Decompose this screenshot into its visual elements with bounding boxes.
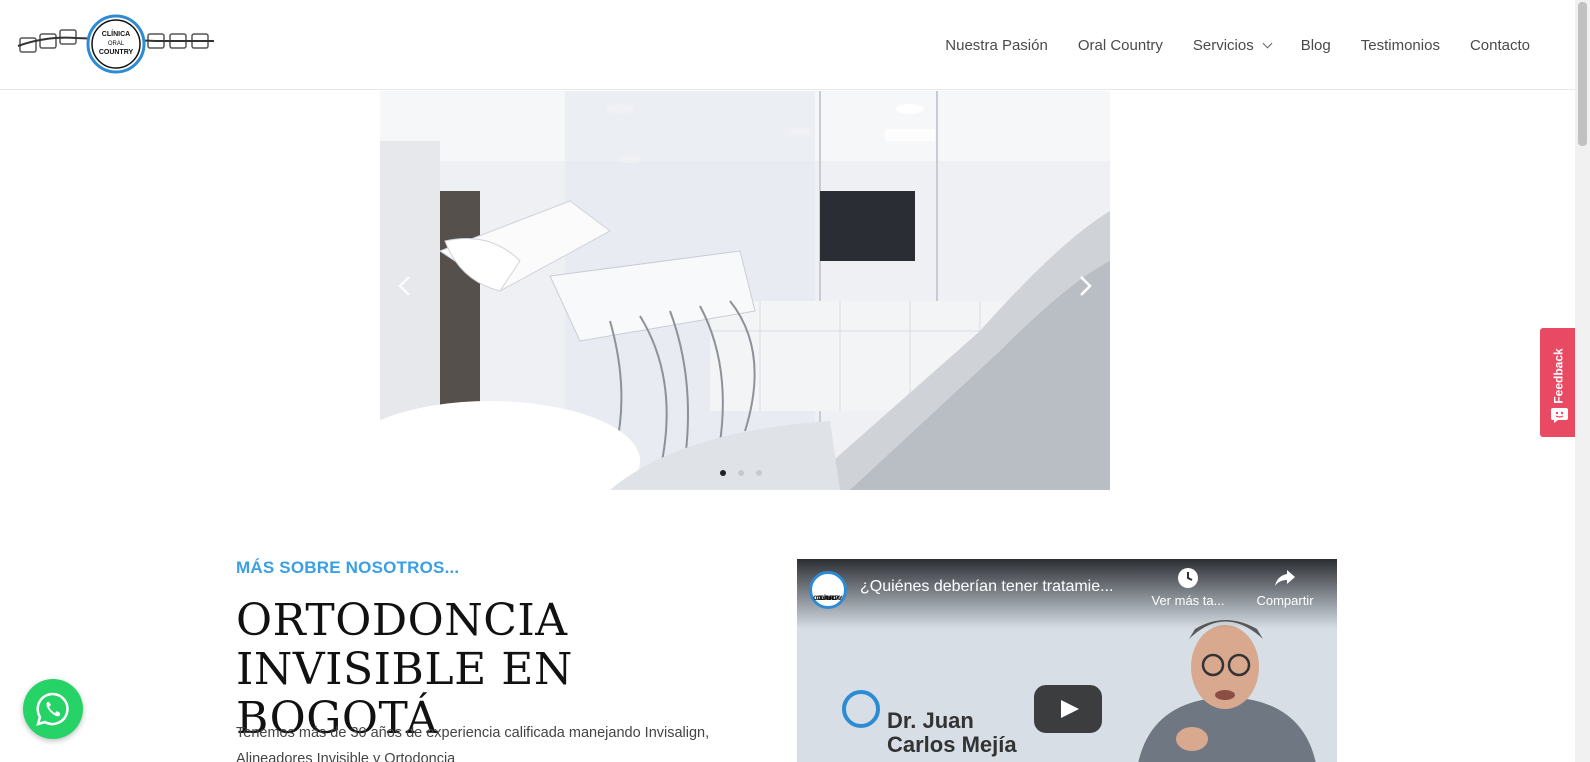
chevron-right-icon: [1080, 276, 1092, 296]
video-title[interactable]: ¿Quiénes deberían tener tratamie...: [860, 578, 1113, 596]
share-button[interactable]: Compartir: [1245, 567, 1325, 608]
youtube-video-embed[interactable]: CLÍNICA ORAL COUNTRY ¿Quiénes deberían ten…: [797, 559, 1337, 762]
nav-item-oral-country[interactable]: Oral Country: [1078, 37, 1163, 54]
page: CLÍNICA ORAL COUNTRY Nuestra Pasión Oral…: [0, 0, 1590, 762]
nav-item-nuestra-pasion[interactable]: Nuestra Pasión: [945, 37, 1048, 54]
scrollbar-thumb[interactable]: [1578, 2, 1587, 146]
feedback-label-wrap: Feedback: [1542, 346, 1576, 406]
nav-item-contacto[interactable]: Contacto: [1470, 37, 1530, 54]
watch-later-label: Ver más ta...: [1151, 593, 1225, 608]
nav-label: Testimonios: [1360, 36, 1440, 54]
section-kicker: MÁS SOBRE NOSOTROS...: [236, 558, 460, 577]
whatsapp-button[interactable]: [23, 679, 83, 739]
slider-prev-button[interactable]: [390, 271, 420, 301]
channel-avatar[interactable]: CLÍNICA ORAL COUNTRY: [809, 571, 847, 609]
clock-icon: [1178, 568, 1198, 588]
slider-dot-3[interactable]: [756, 470, 762, 476]
nav-label: Contacto: [1469, 36, 1530, 54]
site-header: CLÍNICA ORAL COUNTRY Nuestra Pasión Oral…: [0, 0, 1575, 90]
feedback-label: Feedback: [1552, 348, 1567, 404]
feedback-icon: [1551, 408, 1568, 423]
slider-dots: [720, 470, 762, 476]
video-play-button[interactable]: [1034, 685, 1102, 733]
nav-item-servicios[interactable]: Servicios: [1192, 36, 1273, 54]
headline-line-1: ORTODONCIA: [236, 595, 568, 646]
logo-text-top: CLÍNICA: [102, 29, 130, 38]
chevron-left-icon: [398, 276, 410, 296]
nav-label: Oral Country: [1077, 36, 1163, 54]
watch-later-button[interactable]: Ver más ta...: [1149, 567, 1227, 608]
nav-label: Servicios: [1192, 36, 1254, 54]
main-nav: Nuestra Pasión Oral Country Servicios Bl…: [915, 0, 1530, 90]
nav-label: Blog: [1300, 36, 1331, 54]
slider-next-button[interactable]: [1070, 271, 1100, 301]
whatsapp-icon: [36, 692, 69, 726]
intro-line-2: Alineadores Invisible y Ortodoncia: [236, 751, 456, 762]
hero-slider[interactable]: [380, 91, 1110, 490]
nav-item-testimonios[interactable]: Testimonios: [1361, 37, 1440, 54]
slider-dot-2[interactable]: [738, 470, 744, 476]
slide-image-dental-clinic: [380, 91, 1110, 490]
channel-avatar-text: CLÍNICA ORAL COUNTRY: [813, 596, 843, 602]
site-logo[interactable]: CLÍNICA ORAL COUNTRY: [16, 14, 216, 74]
chevron-down-icon: [1262, 38, 1273, 48]
share-label: Compartir: [1256, 593, 1314, 608]
slider-dot-1[interactable]: [720, 470, 726, 476]
feedback-tab[interactable]: Feedback: [1540, 328, 1578, 437]
video-logo-ring: [842, 690, 880, 728]
intro-line-1: Tenemos más de 30 años de experiencia ca…: [236, 725, 710, 741]
logo-text-bottom: COUNTRY: [99, 49, 134, 56]
play-icon: [1034, 685, 1102, 733]
share-icon: [1275, 570, 1295, 586]
video-overlay-name: Dr. Juan Carlos Mejía: [887, 708, 1017, 757]
section-intro: Tenemos más de 30 años de experiencia ca…: [236, 720, 766, 762]
page-scrollbar[interactable]: [1575, 0, 1590, 762]
logo-text-mid: ORAL: [108, 41, 125, 47]
nav-label: Nuestra Pasión: [945, 36, 1048, 54]
nav-item-blog[interactable]: Blog: [1301, 37, 1331, 54]
